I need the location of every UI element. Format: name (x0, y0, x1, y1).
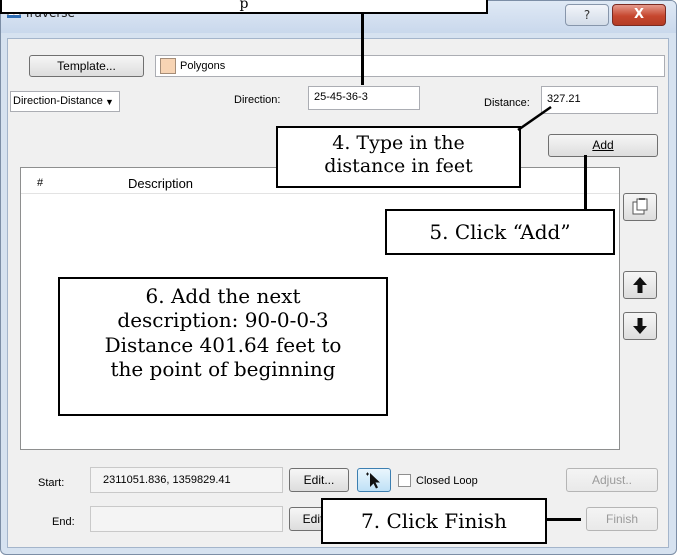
add-button[interactable]: Add (548, 134, 658, 157)
callout-next-description: 6. Add the next description: 90-0-0-3 Di… (58, 277, 388, 416)
column-header-number[interactable]: # (37, 177, 43, 189)
template-field[interactable]: Polygons (155, 55, 665, 77)
start-value: 2311051.836, 1359829.41 (103, 474, 231, 486)
move-down-button[interactable] (623, 312, 657, 340)
callout-line-4: the point of beginning (110, 357, 336, 382)
direction-input[interactable]: 25-45-36-3 (308, 86, 420, 110)
start-label: Start: (38, 477, 65, 489)
arrow-up-icon (633, 277, 647, 293)
callout-line-1: 6. Add the next (145, 284, 301, 308)
callout-line-3: Distance 401.64 feet to (104, 332, 342, 357)
callout-line-2: distance in feet (324, 154, 473, 177)
callout-line-1: 4. Type in the (332, 132, 465, 154)
callout-click-add: 5. Click “Add” (385, 209, 615, 255)
chevron-down-icon: ▼ (105, 97, 114, 107)
copy-button[interactable] (623, 193, 657, 221)
direction-mode-select[interactable]: Direction-Distance ▼ (10, 91, 120, 112)
clipboard-icon (632, 198, 648, 215)
direction-value: 25-45-36-3 (314, 91, 368, 103)
direction-mode-value: Direction-Distance (13, 95, 103, 107)
connector-line-top (361, 14, 364, 85)
template-value: Polygons (180, 60, 226, 72)
pointer-icon (366, 472, 380, 489)
close-button[interactable]: X (612, 4, 666, 26)
closed-loop-checkbox[interactable] (398, 474, 411, 487)
template-button[interactable]: Template... (29, 55, 144, 77)
end-label: End: (52, 516, 75, 528)
callout-top-partial: p (0, 0, 488, 14)
move-up-button[interactable] (623, 271, 657, 299)
end-field (90, 506, 283, 532)
callout-type-distance: 4. Type in the distance in feet (276, 126, 521, 188)
help-button[interactable]: ? (565, 4, 609, 26)
column-header-description[interactable]: Description (128, 176, 193, 191)
distance-input[interactable]: 327.21 (541, 86, 658, 114)
finish-button[interactable]: Finish (586, 507, 658, 531)
direction-label: Direction: (234, 94, 281, 106)
connector-line-finish (547, 518, 581, 521)
connector-line-add (584, 155, 587, 211)
closed-loop-label[interactable]: Closed Loop (416, 475, 478, 487)
connector-line-distance (517, 105, 552, 132)
start-field: 2311051.836, 1359829.41 (90, 467, 283, 493)
callout-line-2: description: 90-0-0-3 (117, 308, 329, 333)
adjust-button[interactable]: Adjust.. (566, 468, 658, 492)
callout-click-finish: 7. Click Finish (321, 498, 547, 544)
arrow-down-icon (633, 318, 647, 334)
edit-start-button[interactable]: Edit... (289, 468, 349, 492)
template-color-swatch (160, 58, 176, 74)
select-point-button[interactable] (357, 468, 391, 492)
